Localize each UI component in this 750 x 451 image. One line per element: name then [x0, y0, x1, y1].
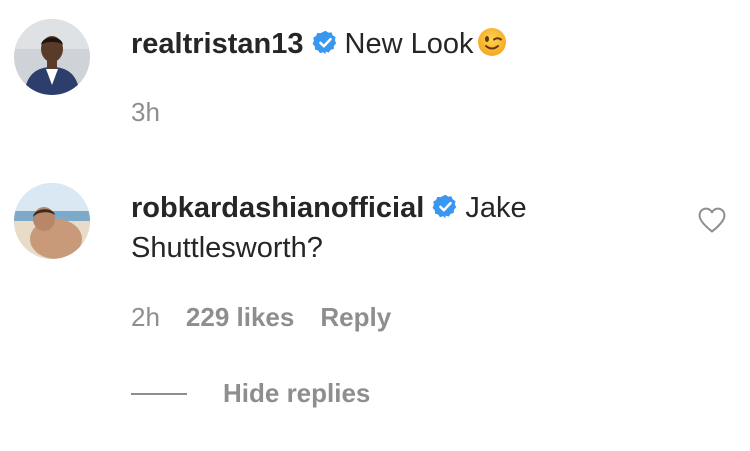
comment-meta: 2h 229 likes Reply [131, 302, 417, 332]
comment-text-line1: Jake [465, 192, 527, 224]
verified-badge-icon [432, 193, 459, 220]
comment-body: robkardashianofficial Jake Shuttlesworth? [131, 188, 527, 268]
comment-meta: 3h [131, 97, 186, 127]
replies-toggle: Hide replies [131, 378, 370, 412]
comment-text: New Look [344, 28, 474, 60]
username-link[interactable]: robkardashianofficial [131, 192, 424, 224]
reply-button[interactable]: Reply [320, 302, 391, 332]
username-link[interactable]: realtristan13 [131, 28, 304, 60]
verified-badge-icon [312, 29, 339, 56]
comment-body: realtristan13 New Look [131, 24, 507, 64]
hide-replies-button[interactable]: Hide replies [223, 378, 370, 408]
replies-divider-line [131, 392, 187, 395]
comment-timestamp: 3h [131, 97, 160, 127]
likes-count[interactable]: 229 likes [186, 302, 294, 332]
comment-timestamp: 2h [131, 302, 160, 332]
comment-text-line2: Shuttlesworth? [131, 232, 323, 264]
avatar-realtristan13[interactable] [14, 19, 90, 95]
heart-outline-icon[interactable] [697, 206, 727, 234]
avatar-robkardashianofficial[interactable] [14, 183, 90, 259]
winking-face-emoji-icon [477, 27, 507, 57]
